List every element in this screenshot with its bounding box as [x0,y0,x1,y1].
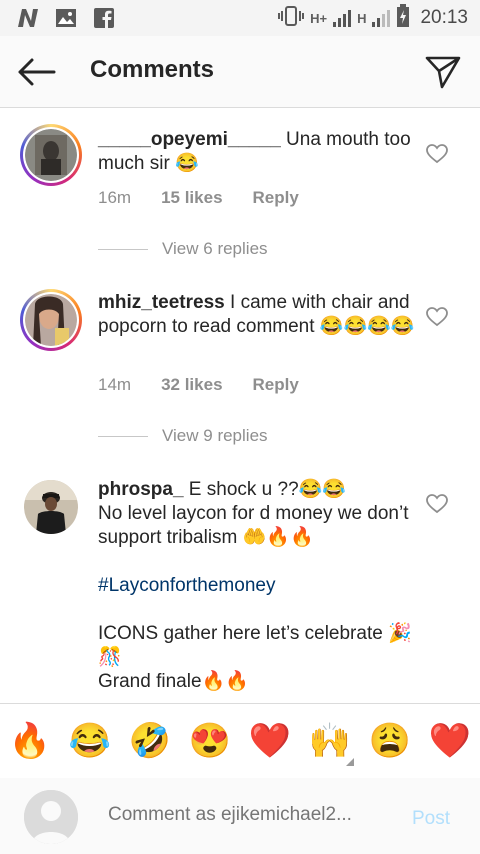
comment-body-line: E shock u ??😂😂 [183,479,346,500]
likes-count[interactable]: 32 likes [161,375,222,395]
facebook-icon [92,6,116,30]
view-replies-button[interactable]: View 9 replies [98,426,268,446]
rolling-laughing-emoji-button[interactable]: 🤣 [125,721,175,761]
comment-meta: 16m 15 likes Reply [98,188,299,208]
network-type-2: H [357,10,367,26]
comment-time: 16m [98,188,132,207]
post-button[interactable]: Post [412,808,450,830]
comment-text: phrospa_ E shock u ??😂😂 No level laycon … [98,478,418,694]
view-replies-button[interactable]: View 6 replies [98,239,268,259]
view-replies-label: View 6 replies [162,239,268,258]
comment-body-line: No level laycon for d money we don’t sup… [98,503,409,548]
comment-username[interactable]: _____opeyemi_____ [98,129,281,150]
comment-username[interactable]: mhiz_teetress [98,292,225,313]
gallery-icon [54,6,78,30]
reply-button[interactable]: Reply [253,188,299,208]
fire-emoji-button[interactable]: 🔥 [5,721,55,761]
hashtag-link[interactable]: #Layconforthemoney [98,574,418,598]
comment-username[interactable]: phrospa_ [98,479,184,500]
comment-body-line: ICONS gather here let’s celebrate 🎉 🎊 [98,623,412,668]
view-replies-label: View 9 replies [162,426,268,445]
heart-icon[interactable] [426,494,448,514]
comment-text: _____opeyemi_____ Una mouth too much sir… [98,128,418,176]
avatar[interactable] [20,289,82,351]
avatar [24,790,78,844]
tears-of-joy-emoji-button[interactable]: 😂 [65,721,115,761]
corner-indicator [346,758,354,766]
comment-body-line: Grand finale🔥🔥 [98,671,249,692]
battery-charging-icon [396,3,410,33]
raising-hands-emoji-button[interactable]: 🙌 [305,721,355,761]
divider-line [98,248,148,250]
comment-meta: 14m 32 likes Reply [98,375,299,395]
arrow-left-icon[interactable] [16,56,56,88]
heart-eyes-emoji-button[interactable]: 😍 [185,721,235,761]
comments-header: Comments [0,36,480,108]
comment-input[interactable] [108,804,398,826]
heart-icon[interactable] [426,307,448,327]
page-title: Comments [90,56,215,83]
vibrate-icon [278,5,305,32]
signal-icon [372,9,391,27]
network-type-1: H+ [310,10,328,26]
paper-plane-icon[interactable] [424,54,462,90]
avatar[interactable] [24,480,78,534]
emoji-quick-bar: 🔥 😂 🤣 😍 ❤️ 🙌 😩 ❤️ [0,703,480,779]
weary-emoji-button[interactable]: 😩 [365,721,415,761]
red-heart-emoji-button[interactable]: ❤️ [425,721,475,761]
n-logo-icon [16,6,40,30]
reply-button[interactable]: Reply [253,375,299,395]
signal-icon [333,9,352,27]
avatar[interactable] [20,124,82,186]
likes-count[interactable]: 15 likes [161,188,222,208]
status-bar: H+ H 20:13 [0,0,480,36]
comment-composer: Post [0,778,480,854]
red-heart-emoji-button[interactable]: ❤️ [245,721,295,761]
heart-icon[interactable] [426,144,448,164]
clock: 20:13 [420,7,468,28]
comment-time: 14m [98,375,132,394]
divider-line [98,435,148,437]
comment-text: mhiz_teetress I came with chair and popc… [98,291,418,339]
